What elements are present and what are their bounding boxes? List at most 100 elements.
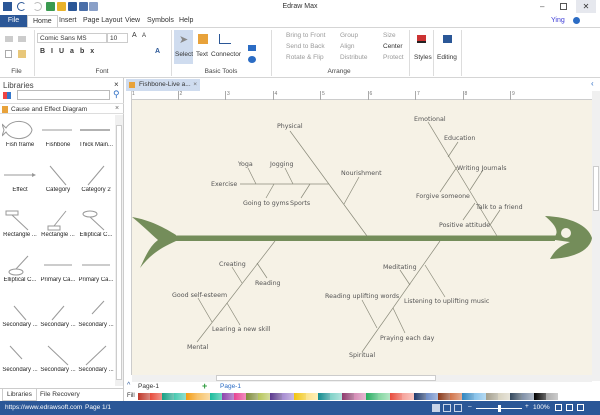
color-swatch[interactable] <box>354 393 366 400</box>
zoom-out-button[interactable]: – <box>468 403 472 410</box>
close-category-button[interactable]: × <box>115 105 119 112</box>
rectangle-shape-icon[interactable] <box>248 45 256 51</box>
label-mental[interactable]: Mental <box>187 344 209 351</box>
distribute-button[interactable]: Distribute <box>340 54 367 61</box>
label-meditating[interactable]: Meditating <box>383 264 417 271</box>
expand-icon[interactable]: ^ <box>127 382 130 389</box>
library-shape[interactable]: Secondary ... <box>78 298 114 343</box>
library-shape[interactable]: Secondary ... <box>2 298 38 343</box>
color-swatch[interactable] <box>246 393 258 400</box>
label-emotional[interactable]: Emotional <box>414 116 446 123</box>
page-tab-active[interactable]: Page-1 <box>220 383 241 390</box>
color-swatch[interactable] <box>282 393 294 400</box>
label-journals[interactable]: Writing Journals <box>457 165 507 172</box>
color-swatch[interactable] <box>498 393 510 400</box>
size-button[interactable]: Size <box>383 32 396 39</box>
label-music[interactable]: Listening to uplifting music <box>404 298 490 305</box>
color-swatch[interactable] <box>510 393 522 400</box>
rotate-flip-button[interactable]: Rotate & Flip <box>286 54 324 61</box>
color-swatch[interactable] <box>366 393 378 400</box>
ellipse-shape-icon[interactable] <box>248 56 256 63</box>
grow-font-button[interactable]: A <box>132 32 137 39</box>
label-nourishment[interactable]: Nourishment <box>341 170 382 177</box>
close-button[interactable]: ✕ <box>576 0 596 13</box>
zoom-slider[interactable] <box>476 405 522 412</box>
user-menu[interactable]: Ying <box>551 17 565 24</box>
library-shape[interactable]: Thick Main... <box>78 118 114 163</box>
presentation-view-icon[interactable] <box>454 404 462 412</box>
color-swatch[interactable] <box>330 393 342 400</box>
fit-width-icon[interactable] <box>566 404 573 411</box>
color-swatch[interactable] <box>402 393 414 400</box>
label-yoga[interactable]: Yoga <box>237 161 253 168</box>
zoom-level[interactable]: 100% <box>533 404 550 411</box>
font-color-button[interactable]: A <box>155 48 160 55</box>
color-swatch[interactable] <box>210 393 222 400</box>
label-education[interactable]: Education <box>444 135 475 142</box>
color-swatch[interactable] <box>138 393 150 400</box>
add-page-button[interactable]: + <box>202 381 207 391</box>
label-words[interactable]: Reading uplifting words <box>325 293 399 300</box>
color-swatch[interactable] <box>450 393 462 400</box>
label-spiritual[interactable]: Spiritual <box>349 352 375 359</box>
label-reading[interactable]: Reading <box>255 280 281 287</box>
settings-icon[interactable] <box>573 17 580 24</box>
color-swatch[interactable] <box>186 393 198 400</box>
page-selector[interactable]: Page-1 <box>138 383 198 392</box>
color-swatch[interactable] <box>150 393 162 400</box>
font-format-buttons[interactable]: BIUabx <box>40 48 100 55</box>
bring-to-front-button[interactable]: Bring to Front <box>286 32 325 39</box>
label-esteem[interactable]: Good self-esteem <box>172 292 227 299</box>
library-menu-icon[interactable] <box>3 92 11 99</box>
color-swatch[interactable] <box>270 393 282 400</box>
close-libraries-button[interactable]: × <box>114 80 119 89</box>
label-learning[interactable]: Learing a new skill <box>212 326 271 333</box>
library-search-input[interactable] <box>17 90 110 100</box>
library-shape[interactable]: Category <box>40 163 76 208</box>
text-tool-button[interactable]: Text <box>195 30 210 64</box>
send-to-back-button[interactable]: Send to Back <box>286 43 325 50</box>
color-swatch[interactable] <box>534 393 546 400</box>
library-category-header[interactable]: Cause and Effect Diagram × <box>0 103 124 114</box>
font-size-select[interactable]: 10 <box>107 33 128 43</box>
align-button[interactable]: Align <box>340 43 354 50</box>
zoom-slider-thumb[interactable] <box>498 405 501 412</box>
color-swatch[interactable] <box>438 393 450 400</box>
color-swatch[interactable] <box>486 393 498 400</box>
color-swatch[interactable] <box>426 393 438 400</box>
label-exercise[interactable]: Exercise <box>211 181 237 188</box>
copy-icon[interactable] <box>5 50 12 58</box>
normal-view-icon[interactable] <box>432 404 440 412</box>
website-link[interactable]: https://www.edrawsoft.com <box>5 404 82 411</box>
label-forgive[interactable]: Forgive someone <box>416 193 470 200</box>
library-shape[interactable]: Elliptical C... <box>78 208 114 253</box>
maximize-button[interactable] <box>560 3 567 10</box>
library-shape[interactable]: Elliptical C... <box>2 253 38 298</box>
zoom-in-button[interactable]: + <box>525 403 529 410</box>
library-shape[interactable]: Rectangle ... <box>2 208 38 253</box>
library-shape[interactable]: Rectangle ... <box>40 208 76 253</box>
library-shape[interactable]: Fishbone <box>40 118 76 163</box>
horizontal-scrollbar[interactable] <box>132 375 592 382</box>
full-screen-icon[interactable] <box>577 404 584 411</box>
minimize-button[interactable]: – <box>540 2 544 11</box>
connector-tool-button[interactable]: Connector <box>211 30 241 64</box>
color-swatch[interactable] <box>378 393 390 400</box>
library-shape[interactable]: Primary Ca... <box>40 253 76 298</box>
library-shape[interactable]: Category 2 <box>78 163 114 208</box>
label-praying[interactable]: Praying each day <box>380 335 435 342</box>
color-swatch[interactable] <box>306 393 318 400</box>
color-swatch[interactable] <box>174 393 186 400</box>
tab-file[interactable]: File <box>0 15 27 27</box>
group-button[interactable]: Group <box>340 32 358 39</box>
color-swatch[interactable] <box>234 393 246 400</box>
color-swatch[interactable] <box>318 393 330 400</box>
library-shape[interactable]: Secondary ... <box>78 343 114 386</box>
styles-button[interactable]: Styles <box>412 30 432 70</box>
label-gyms[interactable]: Going to gyms <box>243 200 289 207</box>
tab-file-recovery[interactable]: File Recovery <box>40 391 80 398</box>
library-scrollbar[interactable] <box>115 115 123 386</box>
vertical-scrollbar[interactable] <box>592 91 600 381</box>
label-sports[interactable]: Sports <box>290 200 310 207</box>
format-painter-icon[interactable] <box>18 36 26 42</box>
